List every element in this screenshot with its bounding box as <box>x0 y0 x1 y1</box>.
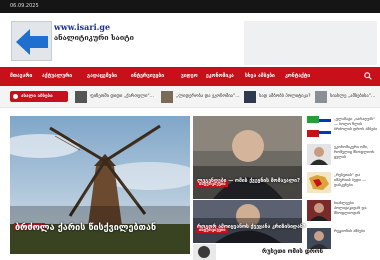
ticker-thumbnail[interactable] <box>161 91 173 103</box>
windmill-image <box>10 116 190 254</box>
site-url[interactable]: www.isari.ge <box>54 22 110 32</box>
sidebar-article[interactable]: სიახლეები პოლიტიკიდან და მსოფლიოდან <box>307 200 377 224</box>
sidebar-thumbnail <box>307 200 331 221</box>
ticker-label: ახალი ამბები <box>10 91 68 102</box>
hero-title[interactable]: ბრძოლა ქარის წისქვილებთან <box>15 223 156 233</box>
ticker-item[interactable]: სად ამბობს პოლიტიკა? <box>259 94 311 99</box>
bottom-article-title[interactable]: რუსეთი ომის დროს <box>262 248 323 255</box>
sidebar-article-title[interactable]: „ულამატი „იარაღებს“ — ბოლო წლის ბრძოლის … <box>334 116 378 131</box>
news-ticker: ახალი ამბები ფინეთში დიდი „ქართული“... „… <box>0 86 380 108</box>
nav-item-video[interactable]: ვიდეო <box>181 73 198 79</box>
ticker-item[interactable]: სიახლე „ამბებისა“... <box>330 94 375 99</box>
featured-card-title[interactable]: როგორ ამოიყვანოს ქვეყანა კრიზისიდან? <box>197 224 306 230</box>
portrait-image <box>193 244 216 260</box>
portrait-image <box>307 228 331 249</box>
arrow-left-icon <box>16 29 48 55</box>
sidebar-article-title[interactable]: ეკონომიკური ომი, რომელიც მსოფლიოს ცვლის <box>334 144 378 159</box>
sidebar-article[interactable]: „ულამატი „იარაღებს“ — ბოლო წლის ბრძოლის … <box>307 116 377 140</box>
bottom-thumbnail[interactable] <box>193 244 216 260</box>
site-tagline: ანალიტიკური საიტი <box>54 33 134 42</box>
nav-item-home[interactable]: მთავარი <box>10 73 32 79</box>
sidebar-thumbnail <box>307 144 331 165</box>
header-banner <box>244 21 377 65</box>
sidebar-article-title[interactable]: რეგიონის ამბები <box>334 228 378 233</box>
live-dot-icon <box>13 94 18 99</box>
current-date: 06.09.2025 <box>10 3 39 9</box>
sidebar-article[interactable]: ეკონომიკური ომი, რომელიც მსოფლიოს ცვლის <box>307 144 377 168</box>
ticker-label-text: ახალი ამბები <box>21 94 53 99</box>
sidebar-thumbnail <box>307 116 331 137</box>
portrait-image <box>307 144 331 165</box>
sidebar-thumbnail <box>307 172 331 193</box>
sidebar-article-title[interactable]: „რუსეთის“ და იმპერიის ბედი — დასკვნები <box>334 172 378 187</box>
ticker-thumbnail[interactable] <box>244 91 256 103</box>
site-logo[interactable] <box>11 21 52 61</box>
map-image <box>307 172 331 193</box>
nav-item-other-news[interactable]: სხვა ამბები <box>245 73 275 79</box>
sidebar-article[interactable]: რეგიონის ამბები <box>307 228 378 249</box>
main-nav: მთავარი აქტუალური გადაცემები ინტერვიუები… <box>0 67 380 86</box>
sidebar-article[interactable]: „რუსეთის“ და იმპერიის ბედი — დასკვნები <box>307 172 377 196</box>
featured-card-title[interactable]: ლეგენდები — ომის ქვეყნის მომავალი? <box>197 178 300 184</box>
nav-item-contact[interactable]: კონტაქტი <box>285 73 310 79</box>
top-bar: 06.09.2025 <box>0 0 380 13</box>
ticker-item[interactable]: ფინეთში დიდი „ქართული“... <box>90 94 154 99</box>
nav-item-shows[interactable]: გადაცემები <box>87 73 117 79</box>
search-icon[interactable] <box>364 72 372 80</box>
ticker-thumbnail[interactable] <box>315 91 327 103</box>
nav-item-actual[interactable]: აქტუალური <box>42 73 72 79</box>
sidebar-thumbnail <box>307 228 331 249</box>
nav-item-interviews[interactable]: ინტერვიუები <box>131 73 164 79</box>
hero-article-image[interactable] <box>10 116 190 254</box>
sidebar-article-title[interactable]: სიახლეები პოლიტიკიდან და მსოფლიოდან <box>334 200 378 215</box>
ticker-thumbnail[interactable] <box>75 91 87 103</box>
nav-item-economy[interactable]: ეკონომიკა <box>206 73 234 79</box>
portrait-image <box>307 200 331 221</box>
flags-image <box>307 116 331 137</box>
ticker-item[interactable]: „ლიდერობა და ეკონომია“... <box>176 94 240 99</box>
